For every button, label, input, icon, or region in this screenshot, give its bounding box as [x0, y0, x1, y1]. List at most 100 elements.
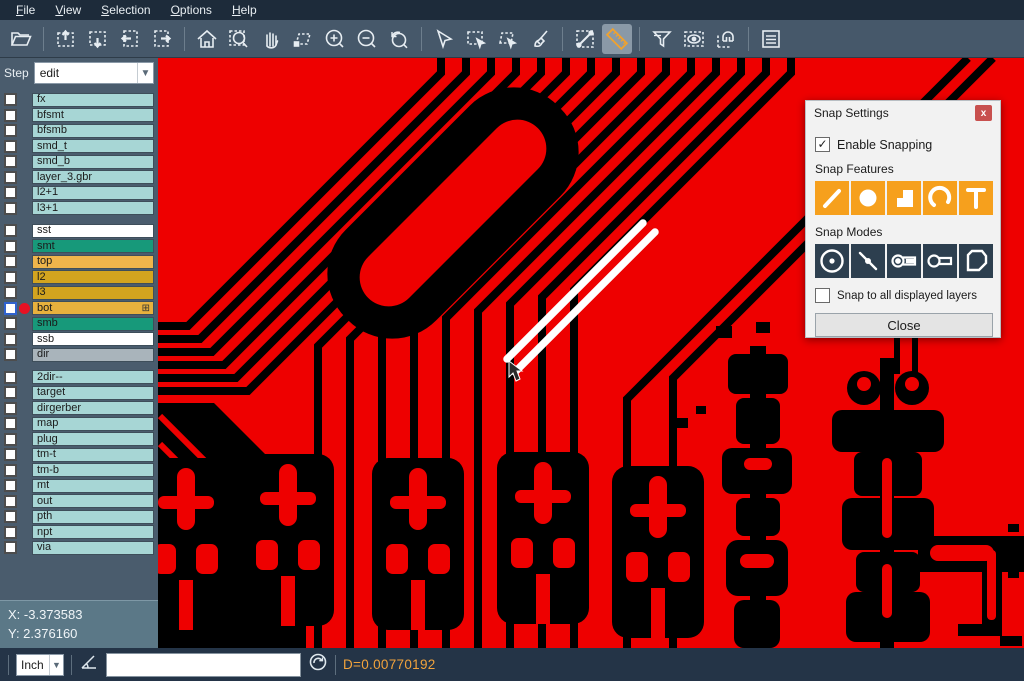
scroll-down-button[interactable] [83, 24, 113, 54]
step-select[interactable]: edit ▼ [34, 62, 154, 84]
layer-label[interactable]: smb [32, 317, 154, 331]
layer-checkbox[interactable] [4, 433, 17, 446]
layer-label[interactable]: npt [32, 525, 154, 539]
layer-checkbox[interactable] [4, 140, 17, 153]
layer-label[interactable]: l2+1 [32, 186, 154, 200]
snap-mode-midpoint-button[interactable] [851, 244, 885, 278]
layer-label[interactable]: smt [32, 239, 154, 253]
layer-label[interactable]: via [32, 541, 154, 555]
layer-checkbox[interactable] [4, 302, 17, 315]
layer-checkbox[interactable] [4, 224, 17, 237]
measure-ruler-button[interactable] [602, 24, 632, 54]
measure-input[interactable] [106, 653, 301, 677]
select-cursor-button[interactable] [429, 24, 459, 54]
close-icon[interactable]: x [975, 105, 992, 121]
zoom-window-button[interactable] [224, 24, 254, 54]
menu-options[interactable]: Options [161, 1, 222, 19]
view-window-button[interactable] [679, 24, 709, 54]
layer-label[interactable]: tm-t [32, 448, 154, 462]
layer-row-npt[interactable]: npt [0, 525, 158, 541]
checkbox-unchecked-icon[interactable] [815, 288, 830, 303]
layer-label[interactable]: mt [32, 479, 154, 493]
layer-checkbox[interactable] [4, 171, 17, 184]
layer-label[interactable]: map [32, 417, 154, 431]
snap-feature-line-button[interactable] [815, 181, 849, 215]
layer-checkbox[interactable] [4, 202, 17, 215]
layer-label[interactable]: dir [32, 348, 154, 362]
layer-label[interactable]: target [32, 386, 154, 400]
select-polygon-button[interactable] [493, 24, 523, 54]
layer-row-pth[interactable]: pth [0, 509, 158, 525]
report-panel-button[interactable] [756, 24, 786, 54]
layer-row-l3[interactable]: l3 [0, 285, 158, 301]
home-view-button[interactable] [192, 24, 222, 54]
snap-magnet-button[interactable] [711, 24, 741, 54]
layer-row-smd_b[interactable]: smd_b [0, 154, 158, 170]
layer-label[interactable]: l2 [32, 270, 154, 284]
layer-label[interactable]: fx [32, 93, 154, 107]
layer-label[interactable]: tm-b [32, 463, 154, 477]
layer-checkbox[interactable] [4, 333, 17, 346]
sync-icon[interactable] [308, 652, 328, 677]
layer-row-fx[interactable]: fx [0, 92, 158, 108]
zoom-in-button[interactable] [320, 24, 350, 54]
enable-snapping-checkbox[interactable]: ✓ Enable Snapping [815, 137, 991, 152]
snap-feature-pad-button[interactable] [851, 181, 885, 215]
menu-help[interactable]: Help [222, 1, 267, 19]
scroll-left-button[interactable] [115, 24, 145, 54]
layer-row-smb[interactable]: smb [0, 316, 158, 332]
layer-label[interactable]: sst [32, 224, 154, 238]
scroll-up-button[interactable] [51, 24, 81, 54]
snap-all-layers-checkbox[interactable]: Snap to all displayed layers [815, 288, 991, 303]
open-file-button[interactable] [6, 24, 36, 54]
layer-checkbox[interactable] [4, 417, 17, 430]
scroll-right-button[interactable] [147, 24, 177, 54]
layer-checkbox[interactable] [4, 464, 17, 477]
layer-checkbox[interactable] [4, 371, 17, 384]
layer-row-via[interactable]: via [0, 540, 158, 556]
select-rectangle-button[interactable] [461, 24, 491, 54]
layer-row-l3+1[interactable]: l3+1 [0, 201, 158, 217]
layer-label[interactable]: l3 [32, 286, 154, 300]
zoom-out-button[interactable] [352, 24, 382, 54]
snap-mode-center-button[interactable] [815, 244, 849, 278]
layer-label[interactable]: smd_b [32, 155, 154, 169]
dialog-title-bar[interactable]: Snap Settings x [806, 101, 1000, 125]
layer-checkbox[interactable] [4, 124, 17, 137]
layer-label[interactable]: smd_t [32, 139, 154, 153]
menu-file[interactable]: File [6, 1, 45, 19]
layer-label[interactable]: l3+1 [32, 201, 154, 215]
layer-checkbox[interactable] [4, 348, 17, 361]
layer-checkbox[interactable] [4, 93, 17, 106]
snap-feature-arc-button[interactable] [923, 181, 957, 215]
checkbox-checked-icon[interactable]: ✓ [815, 137, 830, 152]
layer-row-plug[interactable]: plug [0, 432, 158, 448]
layer-checkbox[interactable] [4, 255, 17, 268]
layer-row-smd_t[interactable]: smd_t [0, 139, 158, 155]
layer-checkbox[interactable] [4, 402, 17, 415]
layer-checkbox[interactable] [4, 541, 17, 554]
layer-label[interactable]: dirgerber [32, 401, 154, 415]
layer-row-target[interactable]: target [0, 385, 158, 401]
layer-checkbox[interactable] [4, 155, 17, 168]
layer-row-smt[interactable]: smt [0, 239, 158, 255]
snap-mode-key-outline-button[interactable] [923, 244, 957, 278]
filter-button[interactable] [647, 24, 677, 54]
zoom-previous-button[interactable] [384, 24, 414, 54]
layer-row-dir[interactable]: dir [0, 347, 158, 363]
layer-checkbox[interactable] [4, 186, 17, 199]
layer-row-tm-t[interactable]: tm-t [0, 447, 158, 463]
layer-checkbox[interactable] [4, 240, 17, 253]
layer-checkbox[interactable] [4, 386, 17, 399]
layer-label[interactable]: pth [32, 510, 154, 524]
layer-checkbox[interactable] [4, 495, 17, 508]
snap-mode-key-filled-button[interactable] [887, 244, 921, 278]
layer-row-dirgerber[interactable]: dirgerber [0, 401, 158, 417]
layer-checkbox[interactable] [4, 317, 17, 330]
layer-row-bfsmb[interactable]: bfsmb [0, 123, 158, 139]
layer-checkbox[interactable] [4, 271, 17, 284]
layer-label[interactable]: plug [32, 432, 154, 446]
snap-feature-text-button[interactable] [959, 181, 993, 215]
layer-label[interactable]: layer_3.gbr [32, 170, 154, 184]
layer-checkbox[interactable] [4, 510, 17, 523]
